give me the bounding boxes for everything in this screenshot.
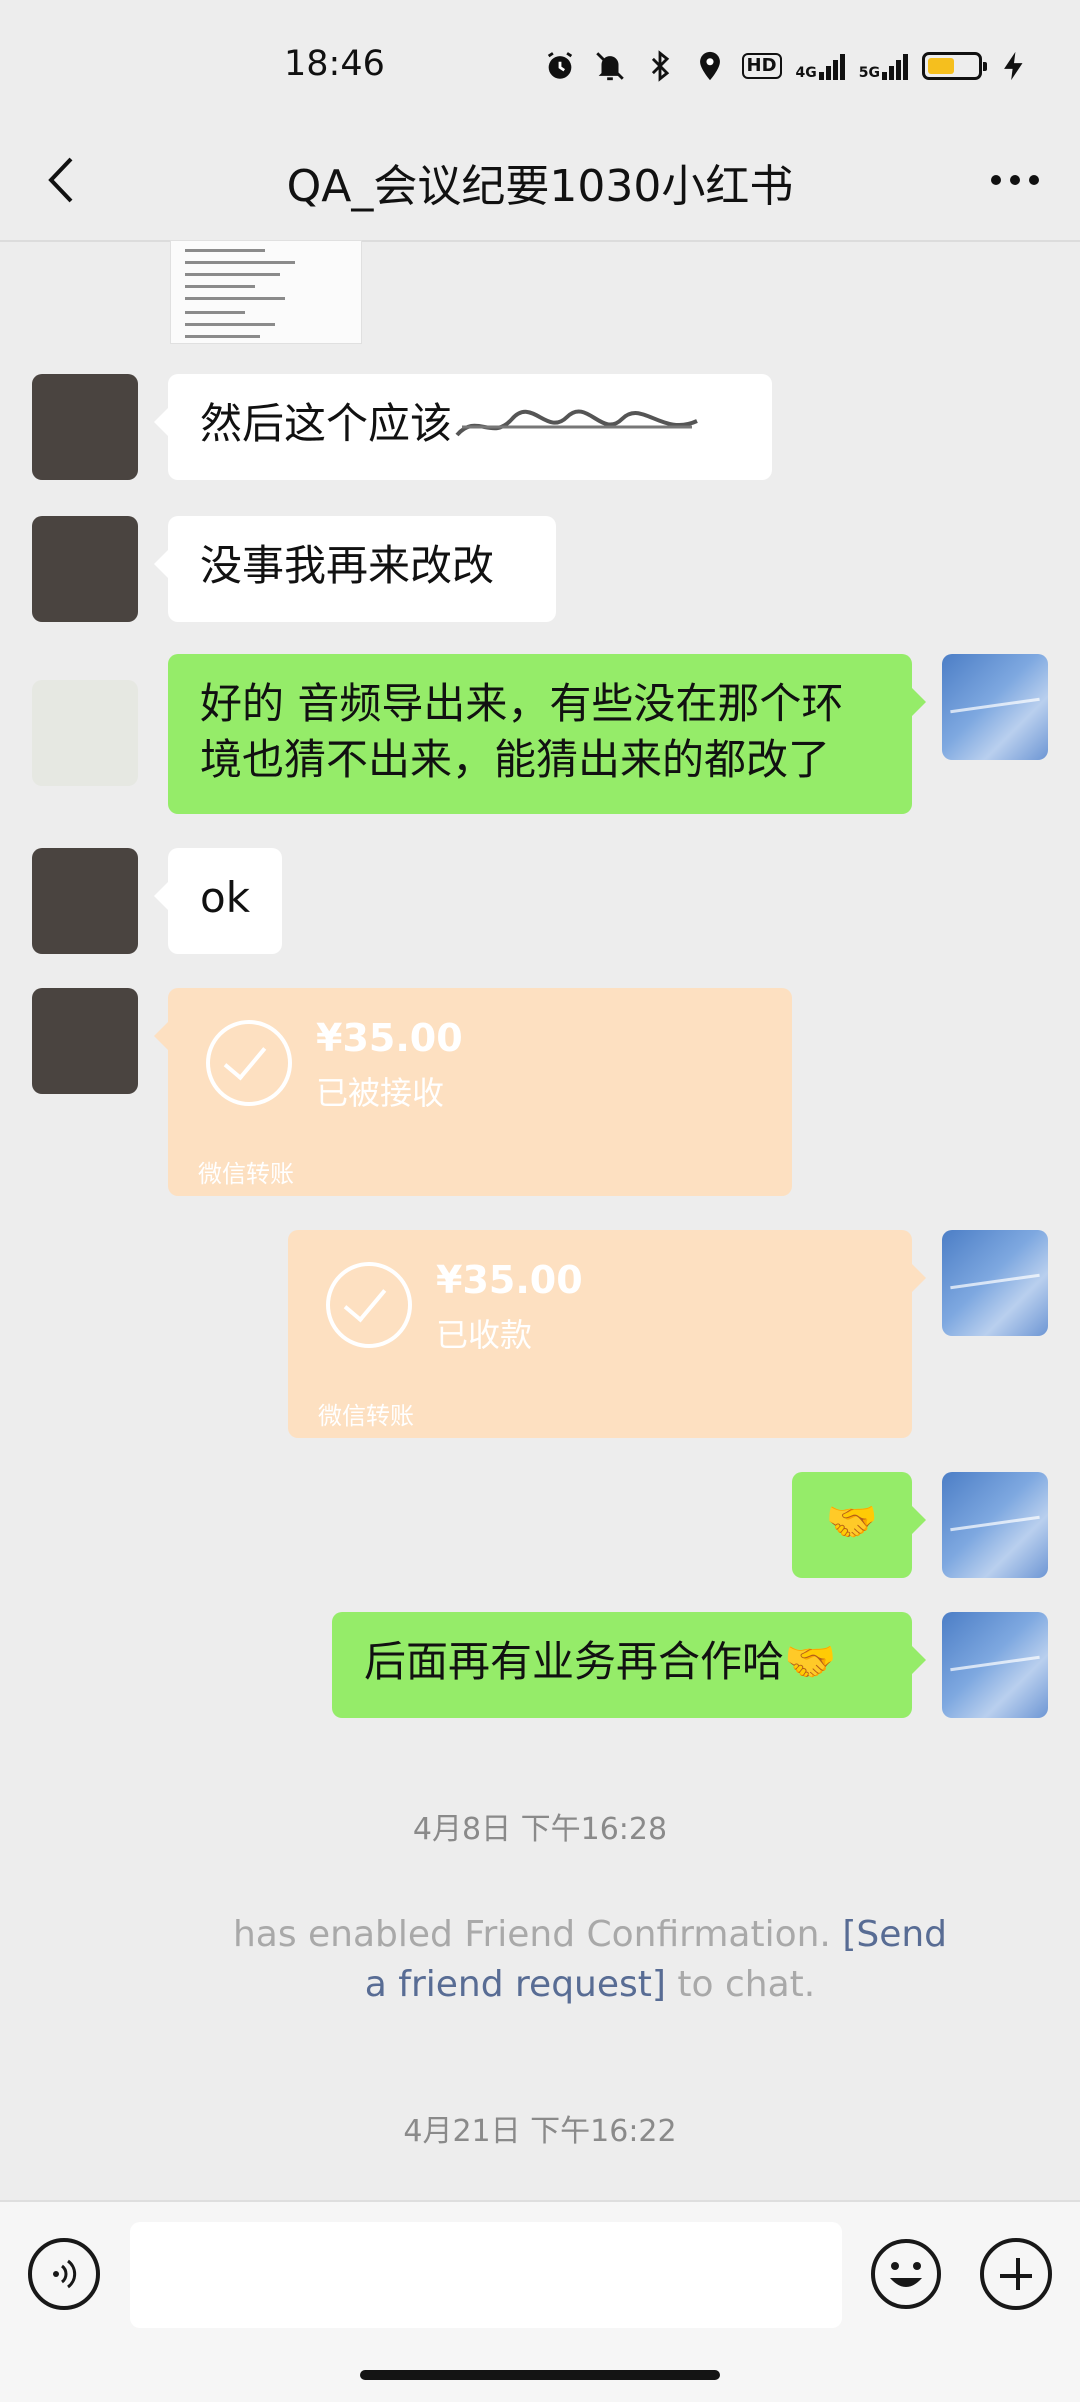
charging-icon [996,48,1032,84]
document-image-message[interactable] [170,240,362,344]
more-dots-icon [991,175,1039,185]
my-avatar[interactable] [942,654,1048,760]
location-icon [692,48,728,84]
message-bubble-outgoing[interactable]: 🤝 [792,1472,926,1578]
emoji-button[interactable] [870,2238,942,2310]
message-bubble-incoming[interactable]: ok [154,848,282,954]
message-bubble-outgoing[interactable]: 后面再有业务再合作哈🤝 [332,1612,926,1718]
message-text: 没事我再来改改 [200,541,495,590]
message-input[interactable] [130,2222,842,2328]
transfer-status: 已被接收 [316,1074,445,1112]
my-avatar[interactable] [942,1230,1048,1336]
alarm-icon [542,48,578,84]
contact-avatar[interactable] [32,988,138,1094]
my-avatar[interactable] [942,1612,1048,1718]
voice-icon [53,2259,77,2289]
check-circle-icon [206,1020,292,1106]
transfer-status: 已收款 [436,1316,533,1354]
signal-5g-icon: 5G [859,52,908,80]
message-text: 然后这个应该 [200,399,453,448]
system-notice: has enabled Friend Confirmation. [Send a… [232,1914,948,2005]
my-avatar[interactable] [942,1472,1048,1578]
contact-avatar[interactable] [32,680,138,786]
timestamp: 4月8日 下午16:28 [412,1812,668,1847]
transfer-amount: ¥35.00 [316,1016,463,1060]
check-circle-icon [326,1262,412,1348]
status-icons: HD 4G 5G [542,44,1032,88]
message-bubble-incoming[interactable]: 然后这个应该 [154,374,772,480]
voice-button[interactable] [28,2238,100,2310]
contact-avatar[interactable] [32,848,138,954]
chat-title: QA_会议纪要1030小红书 [286,161,794,212]
home-indicator [360,2370,720,2380]
scribbled-text [455,409,698,436]
battery-icon [922,52,987,80]
message-text: 好的 音频导出来，有些没在那个环境也猜不出来，能猜出来的都改了 [200,679,844,784]
signal-4g-icon: 4G [796,52,845,80]
message-bubble-incoming[interactable]: 没事我再来改改 [154,516,556,622]
message-text: ok [200,873,251,922]
contact-avatar[interactable] [32,374,138,480]
message-bubble-outgoing[interactable]: 好的 音频导出来，有些没在那个环境也猜不出来，能猜出来的都改了 [168,654,926,814]
transfer-amount: ¥35.00 [436,1258,583,1302]
timestamp: 4月21日 下午16:22 [403,2114,677,2149]
hd-badge: HD [741,53,782,79]
transfer-label: 微信转账 [198,1160,294,1188]
message-text: 后面再有业务再合作哈🤝 [364,1637,837,1686]
bluetooth-icon [642,48,678,84]
smiley-icon [871,2239,941,2309]
plus-button[interactable] [980,2238,1052,2310]
more-button[interactable] [980,140,1050,220]
transfer-card-incoming[interactable]: ¥35.00 已被接收 微信转账 [154,988,792,1196]
mute-bell-icon [592,48,628,84]
header-divider [0,240,1080,242]
transfer-card-outgoing[interactable]: ¥35.00 已收款 微信转账 [288,1230,926,1438]
status-time: 18:46 [284,44,385,84]
transfer-label: 微信转账 [318,1402,414,1430]
handshake-emoji: 🤝 [825,1497,879,1546]
contact-avatar[interactable] [32,516,138,622]
